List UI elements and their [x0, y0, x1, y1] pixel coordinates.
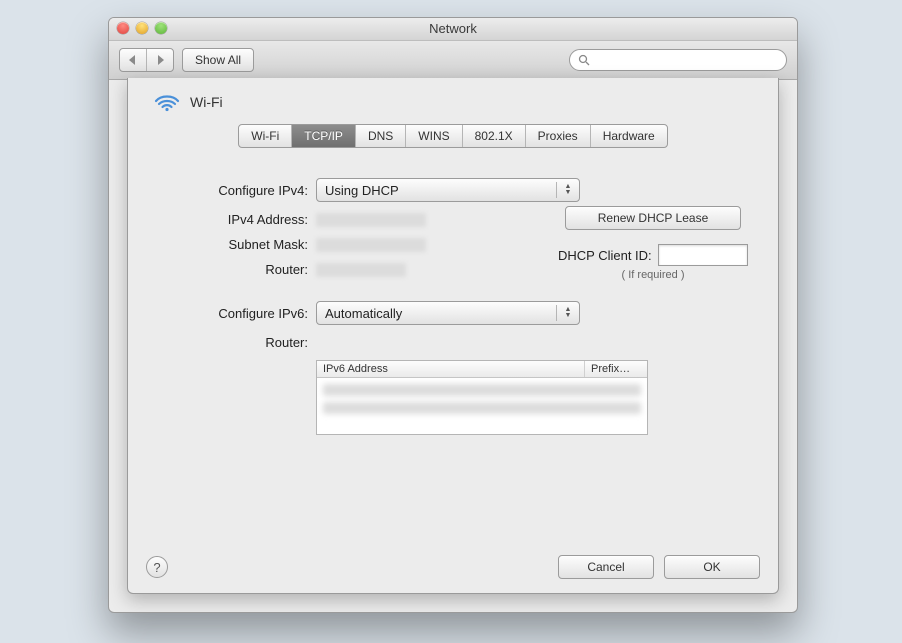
subnet-mask-label: Subnet Mask: — [158, 237, 316, 252]
window-title: Network — [429, 21, 477, 36]
configure-ipv4-value: Using DHCP — [325, 183, 399, 198]
dhcp-client-id-hint: ( If required ) — [558, 269, 748, 281]
show-all-label: Show All — [195, 53, 241, 67]
dhcp-client-id-label: DHCP Client ID: — [558, 248, 652, 263]
nav-back-forward — [119, 48, 174, 72]
ipv6-table-header: IPv6 Address Prefix… — [317, 361, 647, 378]
close-window-button[interactable] — [117, 22, 129, 34]
wifi-icon — [154, 92, 180, 112]
minimize-window-button[interactable] — [136, 22, 148, 34]
ipv6-col-prefix: Prefix… — [585, 361, 647, 377]
tab-wifi[interactable]: Wi-Fi — [239, 125, 292, 147]
subnet-mask-value-redacted — [316, 238, 426, 252]
ipv6-router-label: Router: — [158, 335, 316, 350]
sheet-footer: ? Cancel OK — [128, 545, 778, 593]
sheet-header: Wi-Fi — [128, 78, 778, 118]
sheet-title: Wi-Fi — [190, 94, 223, 110]
divider — [144, 148, 762, 149]
toolbar: Show All — [109, 41, 797, 80]
help-button[interactable]: ? — [146, 556, 168, 578]
configure-ipv4-label: Configure IPv4: — [158, 183, 316, 198]
ipv6-col-address: IPv6 Address — [317, 361, 585, 377]
tab-segment: Wi-FiTCP/IPDNSWINS802.1XProxiesHardware — [238, 124, 667, 148]
search-icon — [578, 54, 590, 66]
dhcp-side: Renew DHCP Lease DHCP Client ID: ( If re… — [558, 206, 748, 281]
show-all-button[interactable]: Show All — [182, 48, 254, 72]
router-label: Router: — [158, 262, 316, 277]
router-value-redacted — [316, 263, 406, 277]
tab-bar: Wi-FiTCP/IPDNSWINS802.1XProxiesHardware — [128, 118, 778, 148]
form-area: Configure IPv4: Using DHCP ▲▼ IPv4 Addre… — [128, 160, 778, 545]
titlebar: Network — [109, 18, 797, 41]
updown-icon: ▲▼ — [556, 305, 575, 321]
nav-forward-button[interactable] — [147, 49, 173, 71]
help-label: ? — [153, 560, 160, 575]
configure-ipv4-select[interactable]: Using DHCP ▲▼ — [316, 178, 580, 202]
ok-label: OK — [703, 560, 720, 574]
configure-ipv6-select[interactable]: Automatically ▲▼ — [316, 301, 580, 325]
renew-dhcp-lease-button[interactable]: Renew DHCP Lease — [565, 206, 741, 230]
preferences-window: Network Show All Ethe FireWire Bluetooth… — [108, 17, 798, 613]
cancel-label: Cancel — [587, 560, 624, 574]
cancel-button[interactable]: Cancel — [558, 555, 654, 579]
configure-ipv6-label: Configure IPv6: — [158, 306, 316, 321]
dhcp-client-id-input[interactable] — [658, 244, 748, 266]
ipv6-row-redacted — [323, 402, 641, 414]
ipv6-table: IPv6 Address Prefix… — [316, 360, 648, 435]
tab-proxies[interactable]: Proxies — [526, 125, 591, 147]
tab-wins[interactable]: WINS — [406, 125, 462, 147]
renew-dhcp-lease-label: Renew DHCP Lease — [598, 211, 709, 225]
ok-button[interactable]: OK — [664, 555, 760, 579]
ipv6-row-redacted — [323, 384, 641, 396]
tab-dns[interactable]: DNS — [356, 125, 406, 147]
nav-back-button[interactable] — [120, 49, 147, 71]
tab-8021x[interactable]: 802.1X — [463, 125, 526, 147]
configure-ipv6-value: Automatically — [325, 306, 402, 321]
ipv4-address-label: IPv4 Address: — [158, 212, 316, 227]
zoom-window-button[interactable] — [155, 22, 167, 34]
ipv6-table-body — [317, 378, 647, 434]
tab-tcpip[interactable]: TCP/IP — [292, 125, 356, 147]
ipv4-address-value-redacted — [316, 213, 426, 227]
settings-sheet: Wi-Fi Wi-FiTCP/IPDNSWINS802.1XProxiesHar… — [127, 78, 779, 594]
search-field[interactable] — [569, 49, 787, 71]
window-controls — [117, 22, 167, 34]
tab-hardware[interactable]: Hardware — [591, 125, 667, 147]
updown-icon: ▲▼ — [556, 182, 575, 198]
